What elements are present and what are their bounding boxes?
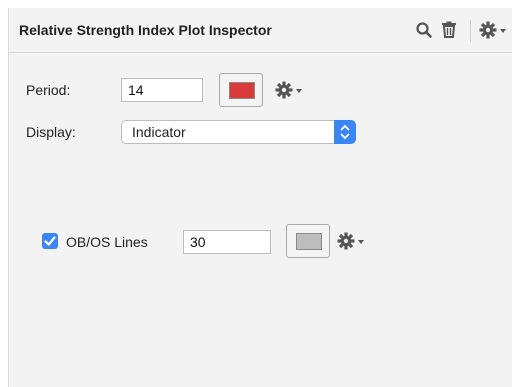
checkmark-icon [44,236,56,246]
period-label: Period: [26,82,71,98]
period-input[interactable]: 14 [121,78,203,102]
display-selected-value: Indicator [132,124,186,140]
chevron-down-icon [296,89,302,93]
obos-checkbox[interactable] [42,233,58,249]
chevron-down-icon [500,29,506,33]
select-stepper-icon [334,120,356,144]
gear-icon [479,21,497,39]
gear-icon [337,232,355,250]
obos-input[interactable]: 30 [183,230,271,254]
period-color-well[interactable] [219,73,263,107]
panel-title: Relative Strength Index Plot Inspector [19,22,272,38]
display-select[interactable]: Indicator [121,120,356,144]
chevron-down-icon [358,240,364,244]
obos-color-fill [296,233,322,250]
inspector-panel: Relative Strength Index Plot Inspector P… [8,8,512,387]
search-icon[interactable] [415,21,433,44]
period-color-fill [229,82,255,99]
toolbar-divider [470,20,471,42]
trash-icon[interactable] [441,21,457,44]
obos-color-well[interactable] [286,224,330,258]
display-label: Display: [26,124,76,140]
title-bar: Relative Strength Index Plot Inspector [9,8,512,53]
obos-gear-button[interactable] [337,232,367,255]
gear-icon [275,81,293,99]
gear-menu-button[interactable] [479,21,509,44]
obos-label: OB/OS Lines [66,234,148,250]
period-gear-button[interactable] [275,81,305,104]
